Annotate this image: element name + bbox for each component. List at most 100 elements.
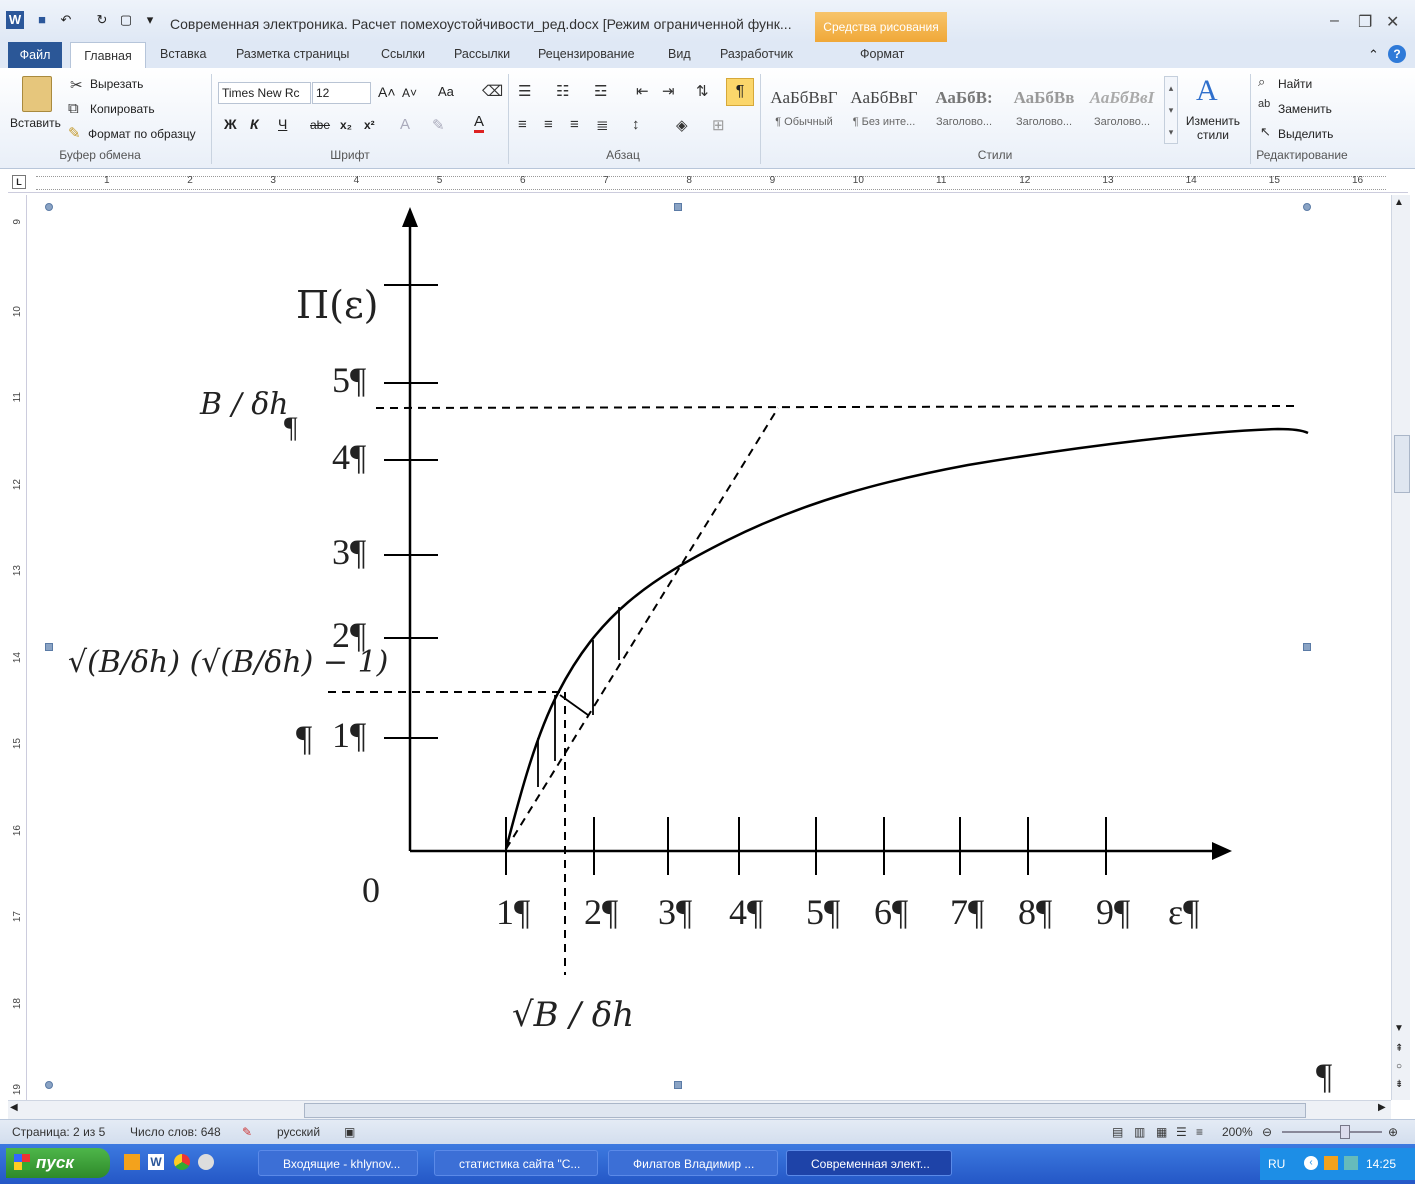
tray-icon[interactable] (1344, 1156, 1358, 1170)
zoom-slider[interactable] (1282, 1131, 1382, 1133)
outlook-quicklaunch-icon[interactable] (124, 1154, 140, 1170)
word-count[interactable]: Число слов: 648 (130, 1125, 221, 1139)
undo-icon[interactable]: ↶ (58, 12, 74, 28)
taskbar-item-folder[interactable]: Филатов Владимир ... (608, 1150, 778, 1176)
tab-selector-icon[interactable]: L (12, 175, 26, 189)
draft-icon[interactable]: ≡ (1196, 1125, 1203, 1139)
macro-icon[interactable]: ▣ (344, 1125, 355, 1139)
reading-layout-icon[interactable]: ▥ (1134, 1125, 1145, 1139)
underline-button[interactable]: Ч (278, 116, 287, 132)
style-normal[interactable]: АаБбВвГ ¶ Обычный (766, 78, 842, 140)
restore-icon[interactable]: ❐ (1358, 12, 1372, 32)
word-icon[interactable]: W (6, 11, 24, 29)
shrink-font-button[interactable]: A˅ (402, 86, 417, 100)
save-icon[interactable]: ■ (34, 12, 50, 28)
grow-font-button[interactable]: A˄ (378, 84, 396, 100)
tab-review[interactable]: Рецензирование (538, 47, 635, 61)
minimize-icon[interactable]: – (1330, 12, 1339, 30)
horizontal-ruler[interactable]: L 1234567891011121314151617 (8, 172, 1408, 193)
tab-format[interactable]: Формат (860, 47, 904, 61)
sort-icon[interactable]: ⇅ (696, 82, 709, 100)
shading-icon[interactable]: ◈ (676, 116, 688, 134)
styles-scroll[interactable]: ▴ ▾ ▾ (1164, 76, 1178, 144)
document-area[interactable]: Π(ε) 5¶ 4¶ 3¶ 2¶ 1¶ 0 1¶ 2¶ 3¶ 4¶ 5¶ 6¶ 7¶ 8¶ 9¶ ε¶ B… (28, 195, 1390, 1100)
new-document-icon[interactable]: ▢ (118, 12, 134, 28)
style-heading-3[interactable]: АаБбВвI Заголово... (1084, 78, 1160, 140)
scroll-up-icon[interactable]: ▲ (1394, 197, 1404, 208)
justify-icon[interactable]: ≣ (596, 116, 609, 134)
scroll-left-icon[interactable]: ◀ (10, 1102, 18, 1113)
style-heading-2[interactable]: АаБбВв Заголово... (1006, 78, 1082, 140)
web-layout-icon[interactable]: ▦ (1156, 1125, 1167, 1139)
cut-button[interactable]: Вырезать (90, 77, 143, 91)
bullets-icon[interactable]: ☰ (518, 82, 531, 100)
show-formatting-button[interactable]: ¶ (726, 78, 754, 106)
paste-button[interactable]: Вставить (10, 116, 61, 130)
prev-page-icon[interactable]: ⇞ (1395, 1043, 1403, 1054)
app-quicklaunch-icon[interactable] (198, 1154, 214, 1170)
zoom-level[interactable]: 200% (1222, 1125, 1253, 1139)
copy-button[interactable]: Копировать (90, 102, 155, 116)
vertical-scrollbar[interactable]: ▲ ▼ ⇞ ○ ⇟ (1391, 195, 1410, 1100)
format-painter-button[interactable]: Формат по образцу (88, 127, 196, 141)
style-no-spacing[interactable]: АаБбВвГ ¶ Без инте... (846, 78, 922, 140)
increase-indent-icon[interactable]: ⇥ (662, 82, 675, 100)
replace-button[interactable]: Заменить (1278, 102, 1332, 116)
outlook-tray-icon[interactable] (1324, 1156, 1338, 1170)
scroll-thumb[interactable] (304, 1103, 1306, 1118)
font-color-icon[interactable]: A (474, 114, 485, 133)
font-size-field[interactable]: 12 (312, 82, 371, 104)
select-button[interactable]: Выделить (1278, 127, 1333, 141)
language-indicator[interactable]: RU (1268, 1157, 1285, 1171)
tab-references[interactable]: Ссылки (381, 47, 425, 61)
next-page-icon[interactable]: ⇟ (1395, 1079, 1403, 1090)
page-indicator[interactable]: Страница: 2 из 5 (12, 1125, 105, 1139)
outline-icon[interactable]: ☰ (1176, 1125, 1187, 1139)
taskbar-item-chrome[interactable]: статистика сайта "С... (434, 1150, 598, 1176)
clock[interactable]: 14:25 (1366, 1157, 1396, 1171)
scroll-down-icon[interactable]: ▼ (1394, 1023, 1404, 1034)
scroll-right-icon[interactable]: ▶ (1378, 1102, 1386, 1113)
zoom-out-icon[interactable]: ⊖ (1262, 1125, 1272, 1139)
align-left-icon[interactable]: ≡ (518, 116, 527, 133)
align-right-icon[interactable]: ≡ (570, 116, 579, 133)
tab-file[interactable]: Файл (8, 42, 62, 68)
change-styles-button[interactable]: Изменить стили (1182, 114, 1244, 142)
highlight-icon[interactable]: ✎ (432, 116, 445, 134)
customize-qat-icon[interactable]: ▾ (142, 12, 158, 28)
language-indicator[interactable]: русский (277, 1125, 320, 1139)
tab-mailings[interactable]: Рассылки (454, 47, 510, 61)
proofing-icon[interactable]: ✎ (242, 1125, 252, 1139)
tab-page-layout[interactable]: Разметка страницы (236, 47, 349, 61)
word-quicklaunch-icon[interactable]: W (148, 1154, 164, 1170)
multilevel-list-icon[interactable]: ☲ (594, 82, 607, 100)
zoom-in-icon[interactable]: ⊕ (1388, 1125, 1398, 1139)
redo-icon[interactable]: ↻ (94, 12, 110, 28)
subscript-button[interactable]: x₂ (340, 118, 352, 132)
taskbar-item-word[interactable]: Современная элект... (786, 1150, 952, 1176)
help-icon[interactable]: ? (1388, 45, 1406, 63)
tab-home[interactable]: Главная (70, 42, 146, 70)
superscript-button[interactable]: x² (364, 118, 375, 132)
find-button[interactable]: Найти (1278, 77, 1312, 91)
minimize-ribbon-icon[interactable]: ⌃ (1368, 47, 1379, 63)
tab-developer[interactable]: Разработчик (720, 47, 793, 61)
show-hidden-icons[interactable]: ‹ (1304, 1156, 1318, 1170)
close-icon[interactable]: ✕ (1386, 12, 1399, 32)
decrease-indent-icon[interactable]: ⇤ (636, 82, 649, 100)
vertical-ruler[interactable]: 9 10 11 12 13 14 15 16 17 18 19 (8, 195, 27, 1100)
line-spacing-icon[interactable]: ↕ (632, 116, 640, 133)
chrome-quicklaunch-icon[interactable] (174, 1154, 190, 1170)
paste-icon[interactable] (22, 76, 52, 112)
font-name-field[interactable]: Times New Rc (218, 82, 311, 104)
taskbar-item-outlook[interactable]: Входящие - khlynov... (258, 1150, 418, 1176)
text-effects-icon[interactable]: A (400, 116, 410, 133)
zoom-slider-thumb[interactable] (1340, 1125, 1350, 1139)
browse-object-icon[interactable]: ○ (1396, 1061, 1402, 1072)
strikethrough-button[interactable]: abe (310, 118, 330, 132)
clear-formatting-icon[interactable]: ⌫ (482, 82, 503, 100)
borders-icon[interactable]: ⊞ (712, 116, 725, 134)
horizontal-scrollbar[interactable]: ◀ ▶ (8, 1100, 1391, 1119)
tab-view[interactable]: Вид (668, 47, 691, 61)
scroll-thumb[interactable] (1394, 435, 1410, 493)
